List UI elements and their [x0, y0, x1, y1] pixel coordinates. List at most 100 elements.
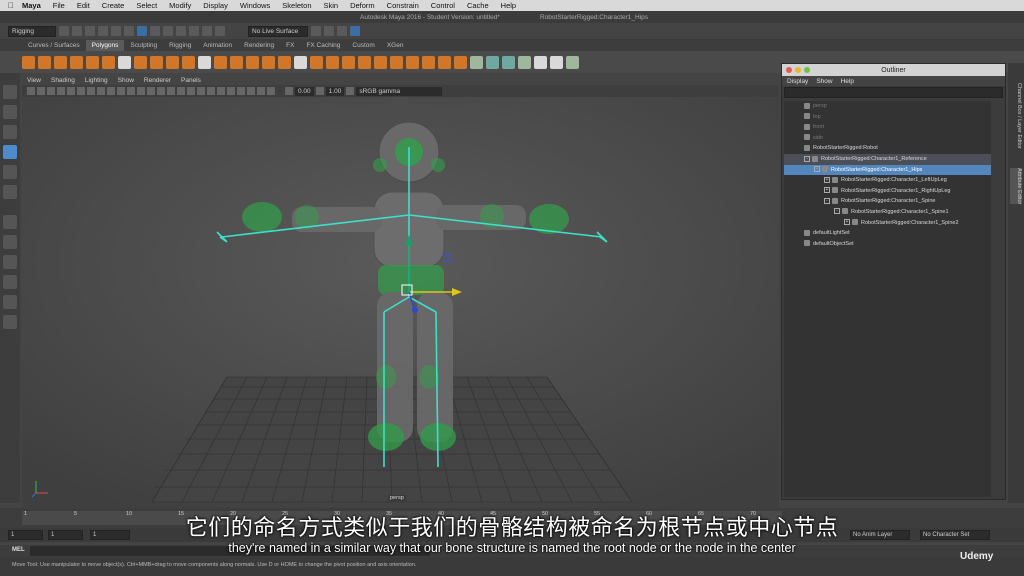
move-tool-icon[interactable]: [3, 145, 17, 159]
menu-help[interactable]: Help: [501, 1, 516, 10]
color-space-dropdown[interactable]: sRGB gamma: [356, 86, 443, 96]
render-settings-icon[interactable]: [337, 26, 347, 36]
paint-select-icon[interactable]: [3, 125, 17, 139]
menu-skeleton[interactable]: Skeleton: [282, 1, 311, 10]
save-scene-icon[interactable]: [85, 26, 95, 36]
menu-deform[interactable]: Deform: [350, 1, 375, 10]
snap-curve-icon[interactable]: [176, 26, 186, 36]
outliner-item[interactable]: top: [784, 112, 991, 123]
outliner-item[interactable]: - RobotStarterRigged:Character1_Spine: [784, 196, 991, 207]
outliner-item[interactable]: RobotStarterRigged:Robot: [784, 143, 991, 154]
expand-icon[interactable]: +: [824, 187, 830, 194]
snap-point-icon[interactable]: [189, 26, 199, 36]
motion-blur-icon[interactable]: [207, 87, 215, 95]
poly-disc-icon[interactable]: [118, 55, 131, 69]
menu-create[interactable]: Create: [102, 1, 125, 10]
wireframe-on-shaded-icon[interactable]: [157, 87, 165, 95]
snap-plane-icon[interactable]: [202, 26, 212, 36]
safe-action-icon[interactable]: [117, 87, 125, 95]
outliner-item[interactable]: - RobotStarterRigged:Character1_Reference: [784, 153, 991, 165]
expand-icon[interactable]: +: [844, 219, 850, 226]
combine-icon[interactable]: [214, 55, 227, 69]
outliner-menu-show[interactable]: Show: [816, 78, 832, 85]
extrude-icon[interactable]: [294, 55, 307, 69]
four-view-layout-icon[interactable]: [3, 235, 17, 249]
menu-select[interactable]: Select: [136, 1, 157, 10]
outliner-menu-display[interactable]: Display: [787, 78, 808, 85]
scale-tool-icon[interactable]: [3, 185, 17, 199]
poly-soccer-icon[interactable]: [182, 55, 195, 69]
tab-rigging[interactable]: Rigging: [163, 40, 197, 51]
open-scene-icon[interactable]: [72, 26, 82, 36]
boolean-icon[interactable]: [262, 55, 275, 69]
poly-pyramid-icon[interactable]: [134, 55, 147, 69]
textured-icon[interactable]: [167, 87, 175, 95]
xray-joints-icon[interactable]: [257, 87, 265, 95]
gamma-field[interactable]: 1.00: [325, 86, 345, 96]
append-icon[interactable]: [454, 55, 467, 69]
collapse-icon[interactable]: -: [824, 197, 830, 204]
shadows-icon[interactable]: [187, 87, 195, 95]
poly-platonic-icon[interactable]: [198, 55, 211, 69]
exposure-field[interactable]: 0.00: [295, 86, 314, 96]
single-view-layout-icon[interactable]: [3, 215, 17, 229]
multi-cut-icon[interactable]: [374, 55, 387, 69]
menu-control[interactable]: Control: [431, 1, 455, 10]
vp-menu-lighting[interactable]: Lighting: [85, 77, 108, 84]
undo-icon[interactable]: [98, 26, 108, 36]
outliner-menu-help[interactable]: Help: [841, 78, 854, 85]
live-surface-field[interactable]: No Live Surface: [248, 25, 308, 37]
outliner-layout-icon[interactable]: [3, 295, 17, 309]
new-scene-icon[interactable]: [59, 26, 69, 36]
target-weld-icon[interactable]: [390, 55, 403, 69]
bridge-icon[interactable]: [310, 55, 323, 69]
menu-set-dropdown[interactable]: Rigging: [8, 25, 56, 37]
select-hierarchy-icon[interactable]: [124, 26, 134, 36]
outliner-item[interactable]: defaultLightSet: [784, 228, 991, 239]
collapse-icon[interactable]: -: [834, 208, 840, 215]
connect-icon[interactable]: [406, 55, 419, 69]
perspective-viewport[interactable]: persp: [22, 97, 779, 508]
planar-map-icon[interactable]: [470, 55, 483, 69]
select-tool-icon[interactable]: [3, 85, 17, 99]
tab-polygons[interactable]: Polygons: [85, 40, 125, 51]
bookmark-icon[interactable]: [47, 87, 55, 95]
poly-pipe-icon[interactable]: [150, 55, 163, 69]
backface-icon[interactable]: [267, 87, 275, 95]
outliner-item[interactable]: front: [784, 122, 991, 133]
vp-menu-panels[interactable]: Panels: [181, 77, 201, 84]
rotate-tool-icon[interactable]: [3, 165, 17, 179]
tab-fx-caching[interactable]: FX Caching: [300, 40, 346, 51]
redo-icon[interactable]: [111, 26, 121, 36]
menu-windows[interactable]: Windows: [240, 1, 270, 10]
quad-draw-icon[interactable]: [438, 55, 451, 69]
vp-menu-shading[interactable]: Shading: [51, 77, 75, 84]
select-object-icon[interactable]: [137, 26, 147, 36]
gate-mask-icon[interactable]: [97, 87, 105, 95]
collapse-icon[interactable]: -: [814, 166, 820, 173]
poly-plane-icon[interactable]: [86, 55, 99, 69]
gamma-icon[interactable]: [315, 87, 324, 95]
tab-animation[interactable]: Animation: [197, 40, 238, 51]
camera-attr-icon[interactable]: [37, 87, 45, 95]
layout-options-icon[interactable]: [3, 315, 17, 329]
menu-edit[interactable]: Edit: [77, 1, 90, 10]
exposure-icon[interactable]: [285, 87, 293, 95]
outliner-item[interactable]: side: [784, 133, 991, 144]
collapse-icon[interactable]: [422, 55, 435, 69]
tab-curves-surfaces[interactable]: Curves / Surfaces: [22, 40, 86, 51]
outliner-item[interactable]: - RobotStarterRigged:Character1_Spine1: [784, 207, 991, 218]
checker-icon[interactable]: [550, 55, 563, 69]
ipr-render-icon[interactable]: [324, 26, 334, 36]
select-component-icon[interactable]: [150, 26, 160, 36]
menu-modify[interactable]: Modify: [169, 1, 191, 10]
safe-title-icon[interactable]: [127, 87, 135, 95]
isolate-select-icon[interactable]: [237, 87, 245, 95]
vp-menu-renderer[interactable]: Renderer: [144, 77, 171, 84]
outliner-item[interactable]: + RobotStarterRigged:Character1_RightUpLe…: [784, 186, 991, 197]
poly-cube-icon[interactable]: [38, 55, 51, 69]
separate-icon[interactable]: [230, 55, 243, 69]
mirror-icon[interactable]: [278, 55, 291, 69]
tab-sculpting[interactable]: Sculpting: [124, 40, 163, 51]
tab-attribute-editor[interactable]: Attribute Editor: [1010, 168, 1022, 205]
